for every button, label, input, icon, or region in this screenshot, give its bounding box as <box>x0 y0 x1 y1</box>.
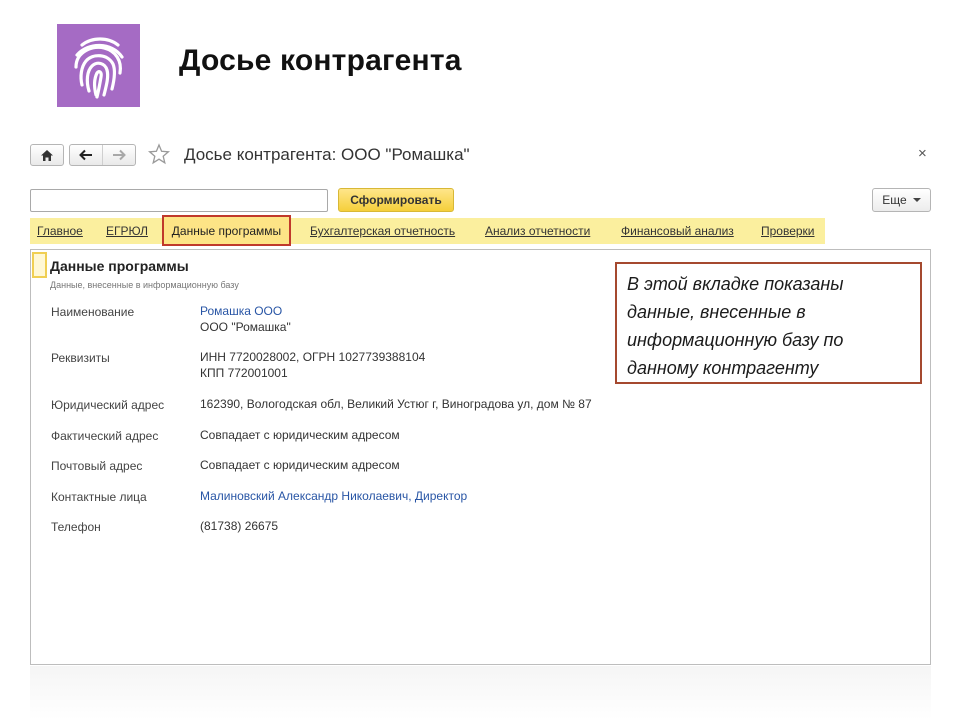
home-button[interactable] <box>30 144 64 166</box>
more-button-label: Еще <box>882 193 907 207</box>
field-label-phone: Телефон <box>51 520 101 534</box>
field-value-name-full: ООО "Ромашка" <box>200 320 291 334</box>
tab-report-analysis[interactable]: Анализ отчетности <box>485 224 590 238</box>
field-value-contact-person[interactable]: Малиновский Александр Николаевич, Директ… <box>200 489 467 503</box>
close-icon[interactable]: × <box>918 145 927 162</box>
tab-main[interactable]: Главное <box>37 224 83 238</box>
tab-accounting-reports[interactable]: Бухгалтерская отчетность <box>310 224 455 238</box>
field-value-phone: (81738) 26675 <box>200 519 279 533</box>
forward-button[interactable] <box>102 145 135 165</box>
arrow-right-icon <box>113 149 126 161</box>
fingerprint-logo <box>57 24 140 107</box>
star-icon[interactable] <box>148 143 170 165</box>
tab-program-data[interactable]: Данные программы <box>162 215 291 246</box>
field-label-legal-address: Юридический адрес <box>51 398 165 412</box>
field-value-postal-address: Совпадает с юридическим адресом <box>200 458 400 472</box>
generate-report-button[interactable]: Сформировать <box>338 188 454 212</box>
section-title: Данные программы <box>50 258 189 274</box>
field-value-legal-address: 162390, Вологодская обл, Великий Устюг г… <box>200 397 592 411</box>
field-label-contacts: Контактные лица <box>51 490 147 504</box>
section-marker <box>32 252 47 278</box>
tab-egrul[interactable]: ЕГРЮЛ <box>106 224 148 238</box>
history-navigation <box>69 144 136 166</box>
tab-checks[interactable]: Проверки <box>761 224 815 238</box>
field-value-name-link[interactable]: Ромашка ООО <box>200 304 282 318</box>
chevron-down-icon <box>912 198 921 202</box>
field-label-name: Наименование <box>51 305 135 319</box>
field-label-actual-address: Фактический адрес <box>51 429 159 443</box>
field-label-postal-address: Почтовый адрес <box>51 459 143 473</box>
panel-bottom-shadow <box>30 666 931 720</box>
field-value-kpp: КПП 772001001 <box>200 366 288 380</box>
field-value-inn-ogrn: ИНН 7720028002, ОГРН 1027739388104 <box>200 350 426 364</box>
field-label-requisites: Реквизиты <box>51 351 110 365</box>
slide-title: Досье контрагента <box>179 44 462 77</box>
tab-financial-analysis[interactable]: Финансовый анализ <box>621 224 734 238</box>
callout-note: В этой вкладке показаны данные, внесенны… <box>615 262 922 384</box>
arrow-left-icon <box>79 149 92 161</box>
field-value-actual-address: Совпадает с юридическим адресом <box>200 428 400 442</box>
section-subtitle: Данные, внесенные в информационную базу <box>50 280 239 290</box>
window-title: Досье контрагента: ООО "Ромашка" <box>184 145 470 164</box>
home-icon <box>41 149 53 161</box>
back-button[interactable] <box>70 145 102 165</box>
search-input[interactable] <box>30 189 328 212</box>
fingerprint-icon <box>73 36 124 99</box>
more-button[interactable]: Еще <box>872 188 931 212</box>
slide: Досье контрагента Досье контрагента: ООО… <box>0 0 960 720</box>
